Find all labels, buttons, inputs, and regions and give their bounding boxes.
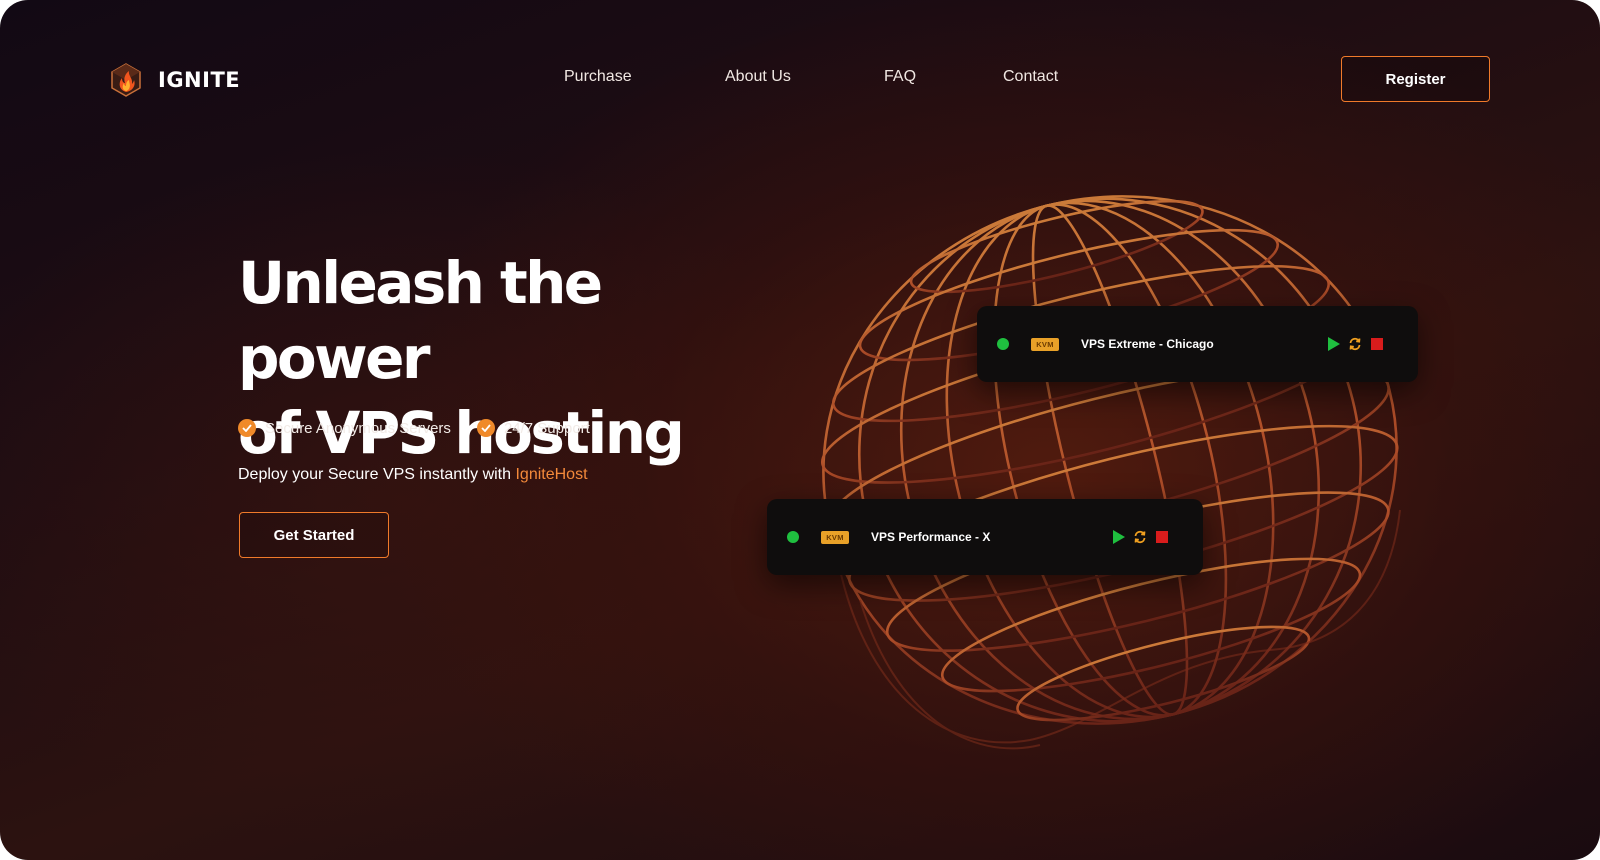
nav-link-faq[interactable]: FAQ <box>884 68 916 86</box>
deploy-text: Deploy your Secure VPS instantly with <box>238 466 516 483</box>
check-circle-icon <box>238 419 256 437</box>
server-card[interactable]: KVM VPS Extreme - Chicago <box>977 306 1418 382</box>
kvm-badge: KVM <box>821 530 849 544</box>
nav-link-about-us[interactable]: About Us <box>725 68 791 86</box>
server-controls <box>1111 530 1169 544</box>
play-icon[interactable] <box>1111 530 1125 544</box>
register-button[interactable]: Register <box>1341 56 1490 102</box>
server-name: VPS Performance - X <box>871 530 991 544</box>
feature-item: Secure Anonymous Servers <box>238 419 451 437</box>
nav-link-purchase[interactable]: Purchase <box>564 68 632 86</box>
status-online-indicator <box>787 531 799 543</box>
get-started-button[interactable]: Get Started <box>239 512 389 558</box>
feature-label: 24/7 Support <box>503 419 590 437</box>
feature-item: 24/7 Support <box>476 419 590 437</box>
status-online-indicator <box>997 338 1009 350</box>
restart-icon[interactable] <box>1348 337 1362 351</box>
globe-wireframe-graphic <box>820 195 1401 750</box>
feature-label: Secure Anonymous Servers <box>265 419 451 437</box>
deploy-brand: IgniteHost <box>515 466 588 483</box>
kvm-badge: KVM <box>1031 337 1059 351</box>
restart-icon[interactable] <box>1133 530 1147 544</box>
feature-list: Secure Anonymous Servers 24/7 Support <box>238 419 590 437</box>
deploy-tagline: Deploy your Secure VPS instantly with Ig… <box>238 466 588 484</box>
server-controls <box>1326 337 1384 351</box>
stop-icon[interactable] <box>1370 337 1384 351</box>
check-circle-icon <box>476 419 495 437</box>
nav-link-contact[interactable]: Contact <box>1003 68 1058 86</box>
hero-title: Unleash the power of VPS hosting <box>238 246 798 471</box>
page-frame: IGNITE Purchase About Us FAQ Contact Reg… <box>0 0 1600 860</box>
server-card[interactable]: KVM VPS Performance - X <box>767 499 1203 575</box>
hero-title-line-1: Unleash the power <box>238 249 603 392</box>
play-icon[interactable] <box>1326 337 1340 351</box>
server-name: VPS Extreme - Chicago <box>1081 337 1214 351</box>
stop-icon[interactable] <box>1155 530 1169 544</box>
